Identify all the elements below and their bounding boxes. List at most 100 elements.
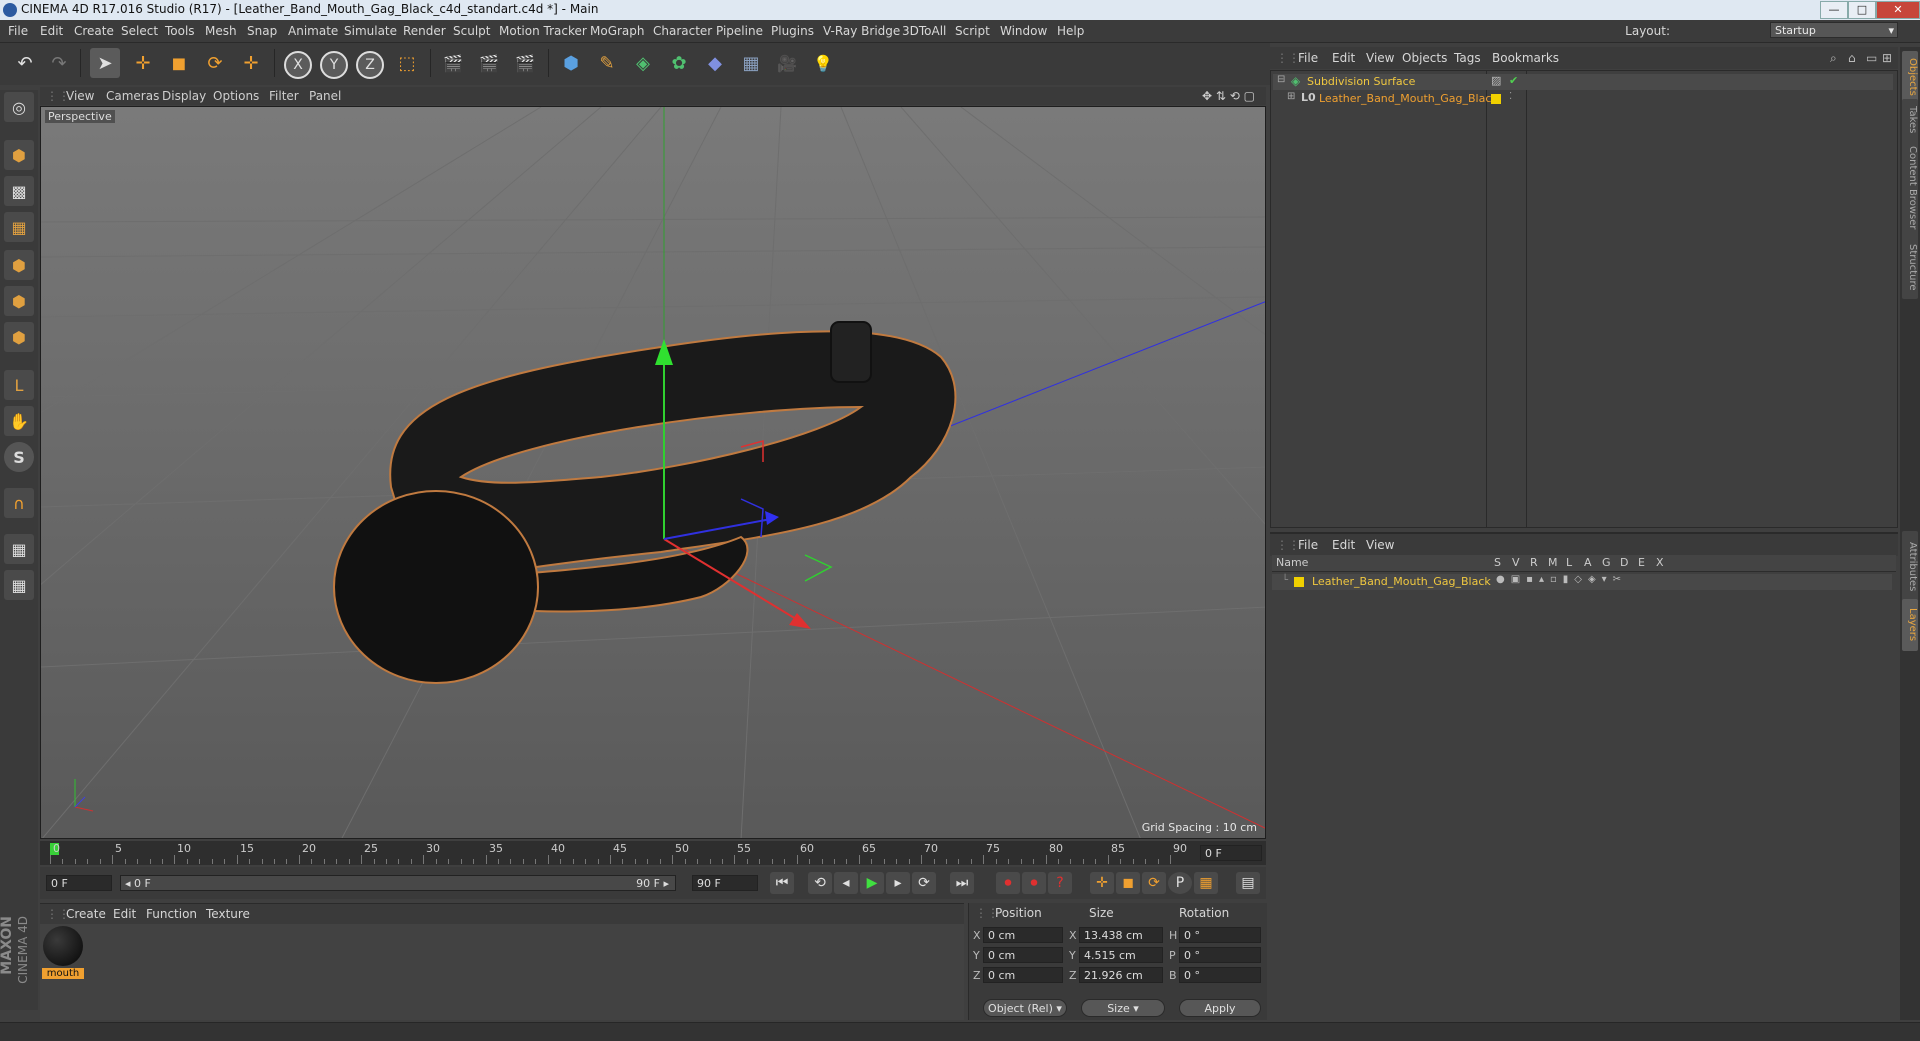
position-field[interactable]: 0 cm [983,967,1063,983]
key-position-icon[interactable]: ✛ [1090,872,1114,894]
material-menu-texture[interactable]: Texture [206,907,250,921]
viewport-menu-view[interactable]: View [66,89,94,103]
rotation-field[interactable]: 0 ° [1179,947,1261,963]
menu-plugins[interactable]: Plugins [771,24,814,38]
object-menu-file[interactable]: File [1298,51,1318,65]
workplane-icon[interactable]: ▦ [4,212,34,242]
menu-motion-tracker[interactable]: Motion Tracker [499,24,587,38]
select-tool-icon[interactable]: ➤ [90,48,120,78]
x-axis-lock-icon[interactable]: X [284,51,312,79]
timeline-ruler[interactable]: 0 5 10 15 20 25 30 35 40 45 50 55 60 65 70 75 80 85 90 0 F [40,841,1266,865]
scale-tool-icon[interactable]: ◼ [164,48,194,78]
menu-snap[interactable]: Snap [247,24,277,38]
menu-sculpt[interactable]: Sculpt [453,24,490,38]
position-field[interactable]: 0 cm [983,927,1063,943]
timeline-end-field[interactable]: 0 F [1200,845,1262,861]
polygons-mode-icon[interactable]: ⬢ [4,322,34,352]
render-picture-viewer-icon[interactable]: 🎬 [474,48,504,78]
layer-column-e[interactable]: E [1638,556,1645,569]
menu-file[interactable]: File [8,24,28,38]
frame-range-slider[interactable]: ◂ 0 F 90 F ▸ [120,875,676,891]
tab-layers[interactable]: Layers [1902,599,1918,651]
minimize-button[interactable]: — [1820,1,1848,19]
menu-select[interactable]: Select [121,24,158,38]
object-menu-view[interactable]: View [1366,51,1394,65]
rotate-tool-icon[interactable]: ⟳ [200,48,230,78]
material-menu-edit[interactable]: Edit [113,907,136,921]
apply-button[interactable]: Apply [1179,999,1261,1017]
lock-workplane-icon[interactable]: ▦ [4,534,34,564]
pen-spline-icon[interactable]: ✎ [592,48,622,78]
axis-mode-icon[interactable]: L [4,370,34,400]
layer-column-v[interactable]: V [1512,556,1520,569]
menu-tools[interactable]: Tools [165,24,195,38]
keyframe-selection-icon[interactable]: ? [1048,872,1072,894]
coordinate-mode-dropdown[interactable]: Object (Rel) ▾ [983,999,1067,1017]
snap-icon[interactable]: S [4,442,34,472]
layer-column-m[interactable]: M [1548,556,1558,569]
layer-column-name[interactable]: Name [1276,556,1308,569]
layer-column-r[interactable]: R [1530,556,1538,569]
expand-icon[interactable]: ⊞ [1882,51,1892,65]
key-parameter-icon[interactable]: P [1168,872,1192,894]
viewport-menu-filter[interactable]: Filter [269,89,299,103]
menu-pipeline[interactable]: Pipeline [716,24,763,38]
size-field[interactable]: 4.515 cm [1079,947,1163,963]
live-selection-icon[interactable]: ✛ [236,48,266,78]
layer-toggles[interactable]: ●▣▪▴▫▮◇◈▾✂ [1496,574,1627,585]
viewport-menu-display[interactable]: Display [162,89,206,103]
goto-prev-key-icon[interactable]: ⟲ [808,872,832,894]
expand-tree-icon[interactable]: ⊞ [1287,91,1295,102]
menu-window[interactable]: Window [1000,24,1047,38]
model-mode-icon[interactable]: ⬢ [4,140,34,170]
object-row-subdivision-surface[interactable]: ⊟ ◈ Subdivision Surface ▨ ✔ [1273,74,1893,90]
key-pla-icon[interactable]: ▦ [1194,872,1218,894]
layer-column-d[interactable]: D [1620,556,1628,569]
layer-column-s[interactable]: S [1494,556,1501,569]
viewport-menu-options[interactable]: Options [213,89,259,103]
step-forward-icon[interactable]: ▸ [886,872,910,894]
layer-row[interactable]: └ Leather_Band_Mouth_Gag_Black ●▣▪▴▫▮◇◈▾… [1272,574,1892,590]
camera-icon[interactable]: 🎥 [772,48,802,78]
menu-create[interactable]: Create [74,24,114,38]
rotation-field[interactable]: 0 ° [1179,927,1261,943]
menu-character[interactable]: Character [653,24,712,38]
make-editable-icon[interactable]: ◎ [4,92,34,122]
size-field[interactable]: 13.438 cm [1079,927,1163,943]
layer-menu-view[interactable]: View [1366,538,1394,552]
light-icon[interactable]: 💡 [808,48,838,78]
layer-menu-file[interactable]: File [1298,538,1318,552]
goto-start-icon[interactable]: ⏮ [770,872,794,894]
viewport-nav-icons[interactable]: ✥ ⇅ ⟲ ▢ [1202,89,1255,103]
layer-column-l[interactable]: L [1566,556,1572,569]
position-field[interactable]: 0 cm [983,947,1063,963]
menu-help[interactable]: Help [1057,24,1084,38]
z-axis-lock-icon[interactable]: Z [356,51,384,79]
size-field[interactable]: 21.926 cm [1079,967,1163,983]
layer-column-a[interactable]: A [1584,556,1592,569]
size-mode-dropdown[interactable]: Size ▾ [1081,999,1165,1017]
layer-column-g[interactable]: G [1602,556,1611,569]
object-menu-bookmarks[interactable]: Bookmarks [1492,51,1559,65]
object-menu-tags[interactable]: Tags [1454,51,1481,65]
layer-menu-edit[interactable]: Edit [1332,538,1355,552]
key-rotation-icon[interactable]: ⟳ [1142,872,1166,894]
menu-vray-bridge[interactable]: V-Ray Bridge [823,24,900,38]
visibility-dots-icon[interactable]: ▨ [1491,74,1501,87]
menu-mograph[interactable]: MoGraph [590,24,645,38]
visibility-dots-icon[interactable]: ⁚ [1509,91,1512,102]
planar-workplane-icon[interactable]: ▦ [4,570,34,600]
object-row-leather-band[interactable]: ⊞ L0 Leather_Band_Mouth_Gag_Black ⁚ [1273,91,1893,107]
current-frame-field[interactable]: 0 F [46,875,112,891]
layer-column-x[interactable]: X [1656,556,1664,569]
tweak-mode-icon[interactable]: ✋ [4,406,34,436]
material-swatch-mouth[interactable]: mouth [42,926,84,982]
menu-mesh[interactable]: Mesh [205,24,237,38]
edges-mode-icon[interactable]: ⬢ [4,286,34,316]
menu-3dtoall[interactable]: 3DToAll [902,24,946,38]
goto-next-key-icon[interactable]: ⟳ [912,872,936,894]
layer-color-swatch[interactable] [1491,94,1501,104]
goto-end-icon[interactable]: ⏭ [950,872,974,894]
undo-icon[interactable]: ↶ [10,48,40,78]
search-icon[interactable]: ⌕ [1830,51,1837,66]
